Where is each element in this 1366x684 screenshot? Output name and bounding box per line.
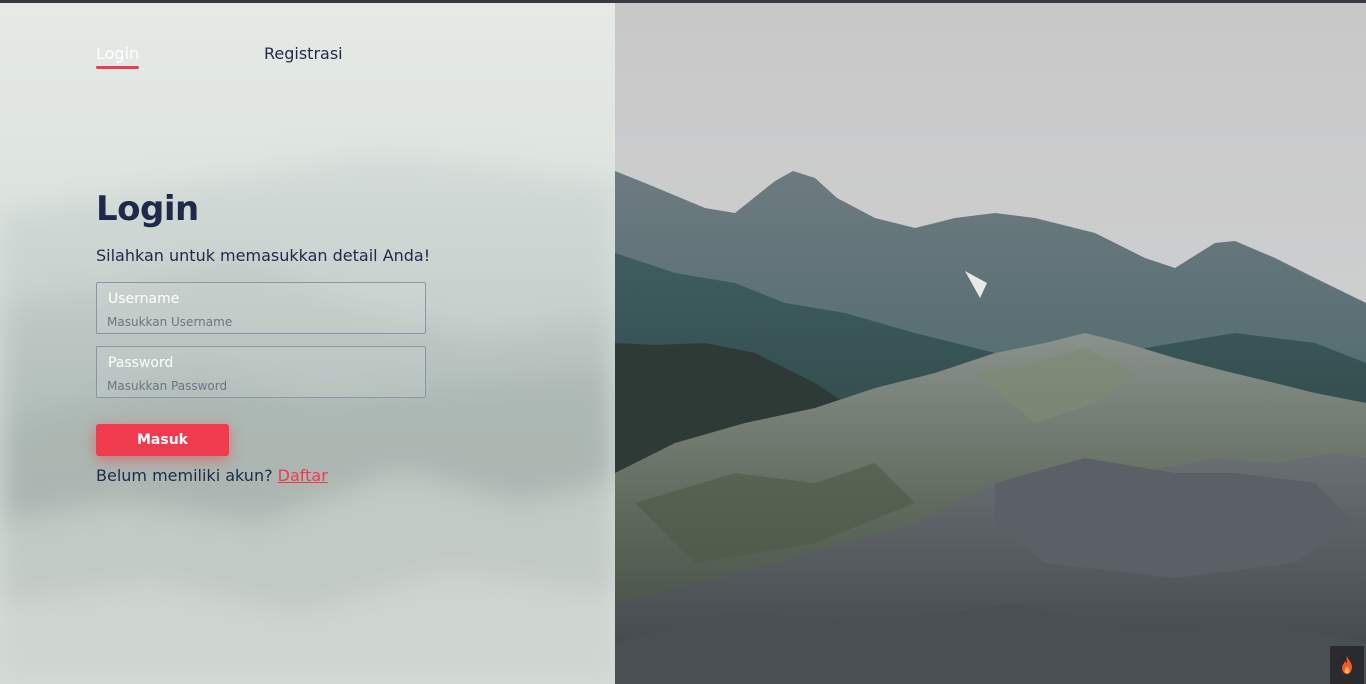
password-field[interactable]: Password <box>96 346 426 398</box>
page-subtitle: Silahkan untuk memasukkan detail Anda! <box>96 246 431 265</box>
username-input[interactable] <box>107 313 407 331</box>
signup-prompt: Belum memiliki akun? Daftar <box>96 466 328 485</box>
flame-icon <box>1342 656 1352 674</box>
flame-icon-button[interactable] <box>1330 646 1364 684</box>
mountain-illustration <box>615 3 1366 684</box>
password-label: Password <box>108 355 174 371</box>
tab-registrasi[interactable]: Registrasi <box>264 44 343 63</box>
login-panel: Login Registrasi Login Silahkan untuk me… <box>0 3 615 684</box>
username-field[interactable]: Username <box>96 282 426 334</box>
auth-tabs: Login Registrasi <box>96 44 496 74</box>
background-veil <box>0 3 615 684</box>
password-input[interactable] <box>107 377 407 395</box>
daftar-link[interactable]: Daftar <box>278 466 328 485</box>
username-label: Username <box>108 291 180 307</box>
masuk-button[interactable]: Masuk <box>96 424 229 456</box>
signup-prompt-text: Belum memiliki akun? <box>96 466 273 485</box>
hero-image <box>615 3 1366 684</box>
tab-login[interactable]: Login <box>96 44 140 69</box>
page-title: Login <box>96 189 199 229</box>
